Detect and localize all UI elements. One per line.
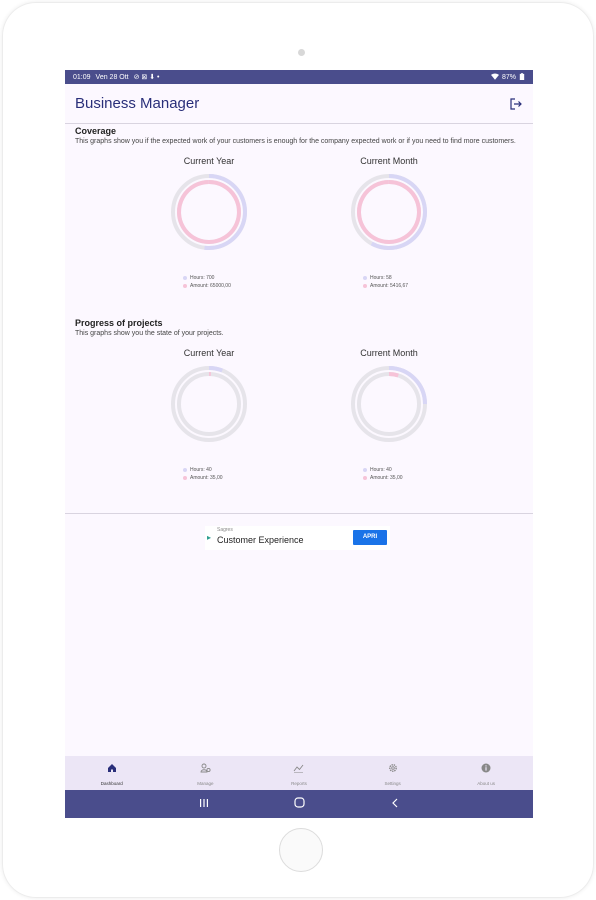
wifi-icon <box>490 72 499 82</box>
app-screen: 01:09 Ven 28 Ott ⊘ ⊠ ⬇ • 87% Business Ma… <box>65 70 533 818</box>
progress-year-donut <box>171 366 247 442</box>
legend-label: Hours: 40 <box>370 467 392 473</box>
system-navigation-bar <box>65 790 533 818</box>
coverage-month-donut <box>351 174 427 250</box>
nav-dashboard[interactable]: Dashboard <box>65 756 159 790</box>
legend-dot <box>363 276 367 280</box>
nav-label: Settings <box>384 781 401 786</box>
legend-item-amount: Amount: 65000,00 <box>183 282 279 290</box>
legend-label: Hours: 40 <box>190 467 212 473</box>
home-icon <box>107 760 117 778</box>
chart-title: Current Year <box>183 156 235 166</box>
coverage-year-donut <box>171 174 247 250</box>
nav-reports[interactable]: Reports <box>252 756 346 790</box>
outer-ring-progress <box>208 366 223 373</box>
gear-icon <box>388 760 398 778</box>
manage-icon <box>200 760 211 778</box>
coverage-year-chart: Current Year Hours: 700 Amount: 65000,00 <box>139 156 279 290</box>
app-bar: Business Manager <box>65 84 533 124</box>
home-circle-icon[interactable] <box>293 795 305 813</box>
outer-ring-track <box>171 366 247 442</box>
progress-year-chart: Current Year Hours: 40 Amount: 35,00 <box>139 348 279 482</box>
nav-label: Reports <box>291 781 307 786</box>
bottom-navigation: Dashboard Manage Reports Settings About … <box>65 756 533 790</box>
legend-dot <box>363 476 367 480</box>
progress-title: Progress of projects <box>75 318 163 328</box>
coverage-month-chart: Current Month Hours: 58 Amount: 5416,67 <box>319 156 459 290</box>
nav-manage[interactable]: Manage <box>159 756 253 790</box>
status-bar: 01:09 Ven 28 Ott ⊘ ⊠ ⬇ • 87% <box>65 70 533 84</box>
recents-icon[interactable] <box>199 795 209 813</box>
legend-label: Amount: 5416,67 <box>370 283 409 289</box>
legend-item-hours: Hours: 40 <box>363 466 459 474</box>
ad-open-button[interactable]: APRI <box>353 530 387 545</box>
chart-legend: Hours: 40 Amount: 35,00 <box>139 466 279 482</box>
chart-title: Current Month <box>360 156 418 166</box>
ad-banner[interactable]: Sagres ▸ Customer Experience APRI <box>205 526 390 550</box>
ad-divider <box>65 513 533 514</box>
status-date: Ven 28 Ott <box>95 73 129 81</box>
legend-dot <box>183 468 187 472</box>
coverage-title: Coverage <box>75 126 117 136</box>
legend-label: Hours: 58 <box>370 275 392 281</box>
nav-label: About us <box>477 781 496 786</box>
ad-text: Customer Experience <box>217 535 304 545</box>
legend-item-hours: Hours: 700 <box>183 274 279 282</box>
battery-icon <box>519 72 525 82</box>
legend-dot <box>183 284 187 288</box>
coverage-description: This graphs show you if the expected wor… <box>75 138 516 145</box>
nav-settings[interactable]: Settings <box>346 756 440 790</box>
legend-item-amount: Amount: 5416,67 <box>363 282 459 290</box>
hardware-home-button[interactable] <box>279 828 323 872</box>
legend-label: Amount: 35,00 <box>370 475 403 481</box>
ad-sponsor: Sagres <box>217 527 233 533</box>
ad-play-icon: ▸ <box>207 533 212 542</box>
nav-about[interactable]: About us <box>439 756 533 790</box>
legend-dot <box>183 276 187 280</box>
legend-dot <box>363 284 367 288</box>
back-icon[interactable] <box>390 795 400 813</box>
nav-label: Manage <box>197 781 214 786</box>
legend-item-amount: Amount: 35,00 <box>183 474 279 482</box>
inner-ring-track <box>177 372 241 436</box>
legend-label: Amount: 65000,00 <box>190 283 231 289</box>
status-time: 01:09 <box>73 73 91 81</box>
legend-label: Hours: 700 <box>190 275 215 281</box>
logout-icon[interactable] <box>509 97 523 111</box>
legend-dot <box>183 476 187 480</box>
inner-ring-progress <box>177 180 241 244</box>
status-icons: ⊘ ⊠ ⬇ • <box>133 74 160 81</box>
camera <box>298 49 305 56</box>
outer-ring-progress <box>370 174 427 250</box>
coverage-charts: Current Year Hours: 700 Amount: 65000,00… <box>65 156 533 306</box>
chart-title: Current Month <box>360 348 418 358</box>
legend-item-hours: Hours: 40 <box>183 466 279 474</box>
chart-legend: Hours: 40 Amount: 35,00 <box>319 466 459 482</box>
legend-dot <box>363 468 367 472</box>
chart-title: Current Year <box>183 348 235 358</box>
legend-item-hours: Hours: 58 <box>363 274 459 282</box>
chart-legend: Hours: 58 Amount: 5416,67 <box>319 274 459 290</box>
inner-ring-progress <box>388 372 399 378</box>
legend-label: Amount: 35,00 <box>190 475 223 481</box>
progress-month-chart: Current Month Hours: 40 Amount: 35,00 <box>319 348 459 482</box>
battery-level: 87% <box>501 73 516 81</box>
info-icon <box>481 760 491 778</box>
progress-month-donut <box>351 366 427 442</box>
chart-legend: Hours: 700 Amount: 65000,00 <box>139 274 279 290</box>
inner-ring-track <box>357 372 421 436</box>
app-title: Business Manager <box>75 95 200 112</box>
progress-charts: Current Year Hours: 40 Amount: 35,00 Cur… <box>65 348 533 498</box>
inner-ring-progress <box>357 180 421 244</box>
progress-description: This graphs show you the state of your p… <box>75 330 224 337</box>
chart-icon <box>293 760 304 778</box>
legend-item-amount: Amount: 35,00 <box>363 474 459 482</box>
nav-label: Dashboard <box>100 781 123 786</box>
